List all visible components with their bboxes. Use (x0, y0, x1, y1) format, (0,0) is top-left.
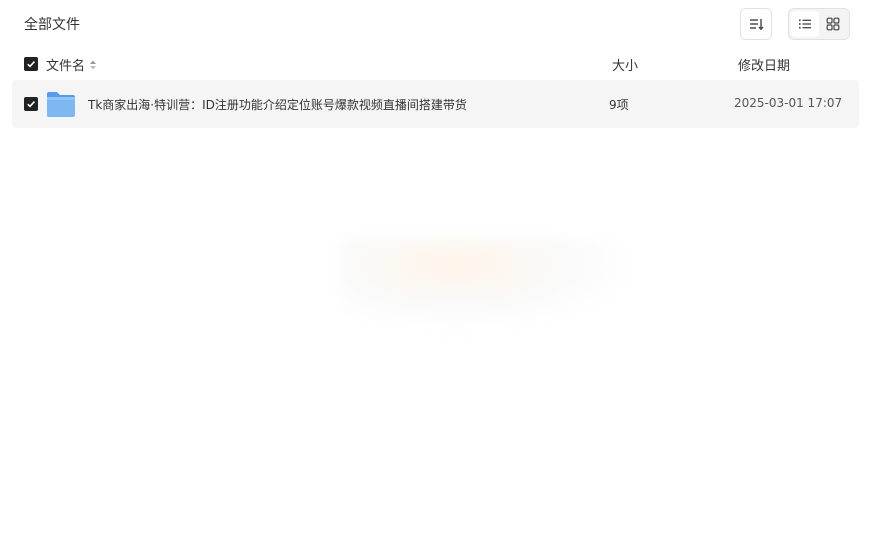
column-name-label: 文件名 (46, 59, 86, 74)
file-manager: 全部文件 文件名 大小 修改日期 Tk商家出海·特训营：ID注册功能介绍定位账号… (0, 0, 874, 538)
loading-placeholder (340, 238, 630, 328)
column-header: 文件名 大小 修改日期 (0, 50, 874, 78)
file-name[interactable]: Tk商家出海·特训营：ID注册功能介绍定位账号爆款视频直播间搭建带货 (88, 96, 467, 113)
file-modified-date: 2025-03-01 17:07 (734, 96, 843, 110)
toolbar: 全部文件 (0, 0, 874, 46)
breadcrumb[interactable]: 全部文件 (24, 14, 80, 34)
row-checkbox[interactable] (24, 97, 38, 111)
list-view-icon (799, 19, 811, 29)
table-row[interactable]: Tk商家出海·特训营：ID注册功能介绍定位账号爆款视频直播间搭建带货 9项 20… (12, 80, 859, 128)
checkmark-icon (27, 61, 35, 68)
view-toggle (788, 8, 850, 40)
checkmark-icon (27, 101, 35, 108)
column-date-header[interactable]: 修改日期 (738, 55, 790, 74)
column-name-header[interactable]: 文件名 (46, 55, 97, 74)
grid-view-icon (826, 17, 840, 31)
file-size: 9项 (609, 98, 629, 112)
folder-icon (47, 92, 75, 117)
grid-view-button[interactable] (819, 11, 847, 37)
sort-button[interactable] (740, 8, 772, 40)
list-view-button[interactable] (791, 11, 819, 37)
sort-lines-icon (750, 19, 764, 31)
select-all-checkbox[interactable] (24, 57, 38, 71)
column-size-header[interactable]: 大小 (612, 55, 638, 74)
sort-toggle-icon (89, 59, 97, 71)
